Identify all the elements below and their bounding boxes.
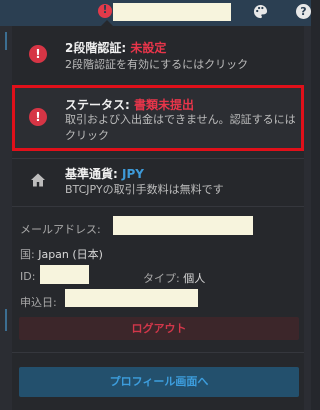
type-label: タイプ: [143, 272, 180, 285]
redacted-applied-date [65, 289, 198, 307]
menu-item-verification-status[interactable]: ステータス: 書類未提出 取引および入出金はできません。認証するにはクリック [12, 85, 304, 151]
alert-icon [29, 108, 47, 126]
item-status: JPY [122, 167, 144, 181]
right-edge [304, 26, 311, 410]
item-title-label: ステータス: [65, 98, 130, 112]
alert-icon[interactable] [98, 3, 112, 18]
help-icon[interactable]: ? [296, 4, 311, 19]
divider [12, 206, 304, 207]
item-title: ステータス: 書類未提出 [65, 96, 194, 113]
redacted-id [40, 265, 89, 284]
country-label: 国: [20, 248, 35, 261]
item-status: 書類未提出 [134, 98, 195, 112]
menu-item-two-factor[interactable]: 2段階認証: 未設定 2段階認証を有効にするにはクリック [12, 34, 304, 78]
sidebar-marker [5, 309, 7, 331]
profile-page-button[interactable]: プロフィール画面へ [19, 367, 299, 397]
divider [12, 352, 304, 353]
alert-icon [29, 45, 47, 63]
sidebar-marker [5, 32, 7, 50]
divider [12, 158, 304, 159]
item-title-label: 基準通貨: [65, 167, 118, 181]
home-icon [31, 173, 45, 187]
menu-item-base-currency[interactable]: 基準通貨: JPY BTCJPYの取引手数料は無料です [12, 160, 304, 204]
applied-date-label: 申込日: [20, 296, 57, 309]
item-description: 取引および入出金はできません。認証するにはクリック [65, 113, 296, 142]
top-bar: ? [0, 0, 311, 26]
redacted-username[interactable] [113, 3, 231, 21]
email-row: メールアドレス: [20, 221, 101, 237]
id-row: ID: [20, 270, 35, 283]
item-title: 2段階認証: 未設定 [65, 39, 166, 56]
user-dropdown-menu: 2段階認証: 未設定 2段階認証を有効にするにはクリック ステータス: 書類未提… [12, 20, 304, 410]
logout-button[interactable]: ログアウト [19, 317, 299, 340]
country-value: Japan (日本) [38, 248, 103, 261]
dropdown-caret [101, 20, 113, 26]
id-label: ID: [20, 270, 36, 283]
type-value: 個人 [183, 272, 206, 285]
item-description: BTCJPYの取引手数料は無料です [65, 183, 224, 196]
left-sidebar-edge [0, 26, 12, 410]
email-label: メールアドレス: [20, 223, 101, 236]
item-description: 2段階認証を有効にするにはクリック [65, 58, 249, 71]
item-title: 基準通貨: JPY [65, 165, 144, 182]
applied-date-row: 申込日: [20, 294, 57, 310]
type-row: タイプ: 個人 [143, 270, 205, 286]
item-title-label: 2段階認証: [65, 41, 127, 55]
country-row: 国: Japan (日本) [20, 246, 103, 262]
item-status: 未設定 [130, 41, 167, 55]
palette-icon[interactable] [253, 4, 268, 19]
redacted-email [113, 216, 253, 235]
